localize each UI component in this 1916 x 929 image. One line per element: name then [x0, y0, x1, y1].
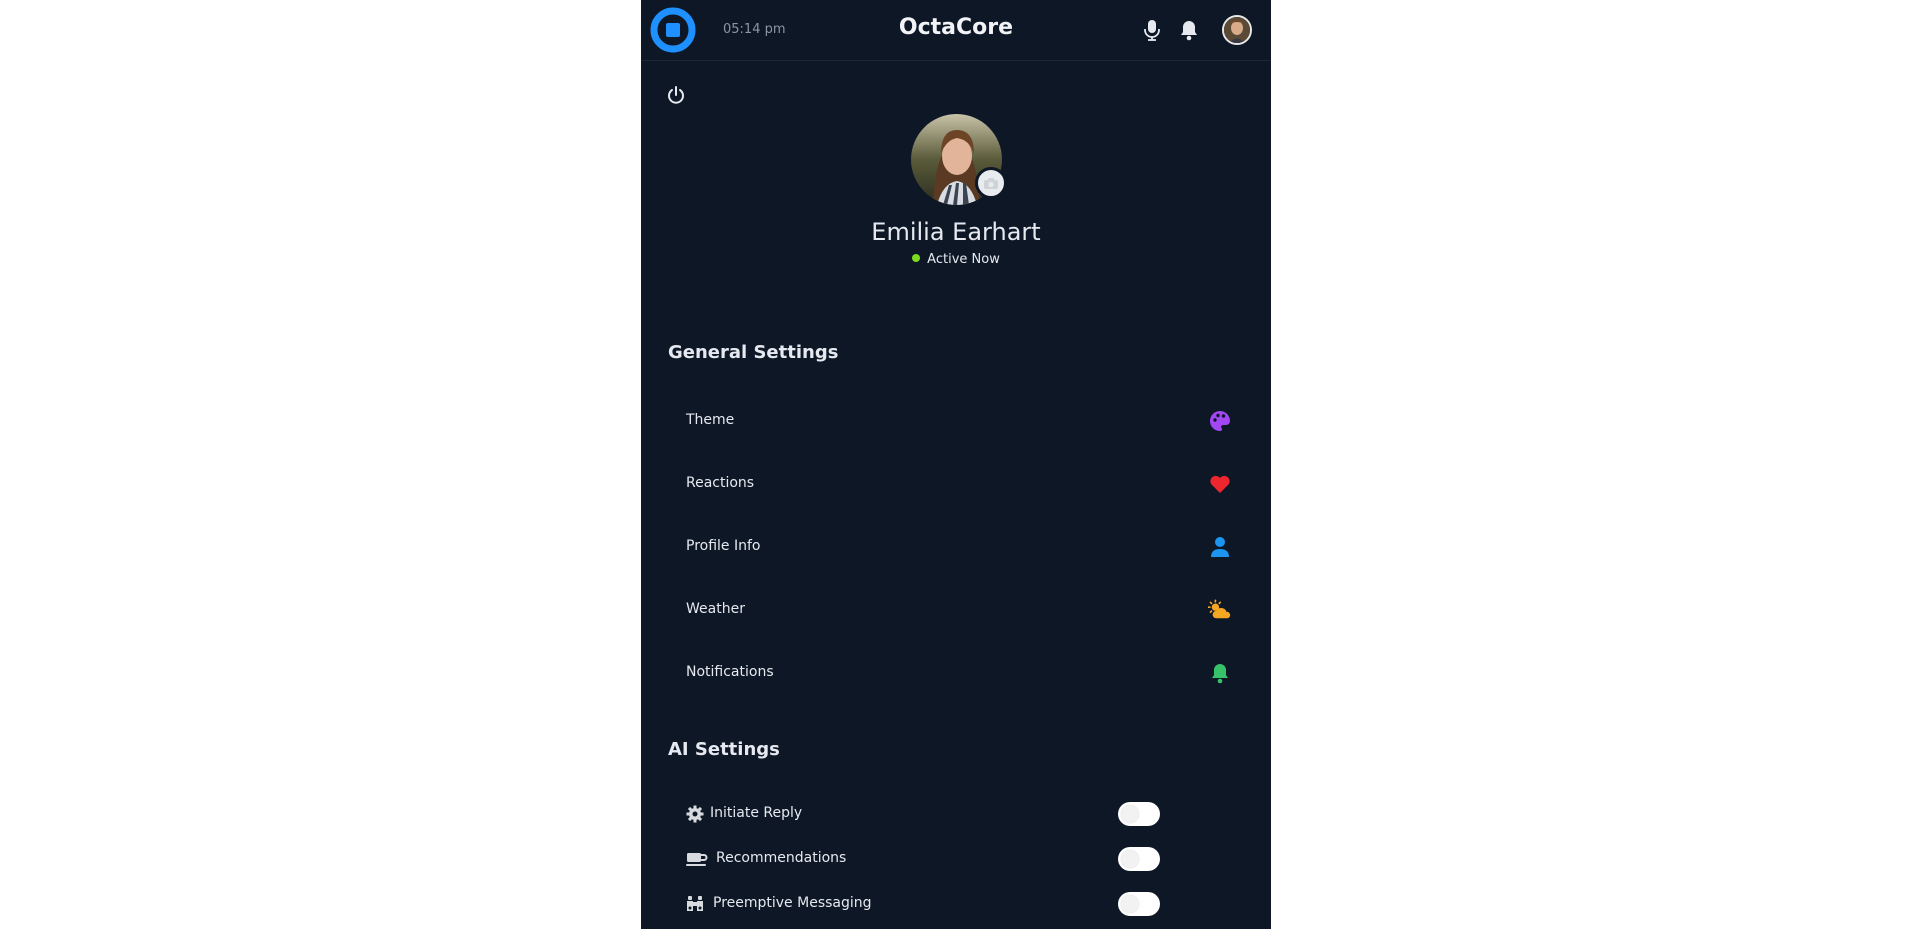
setting-label: Reactions — [686, 475, 755, 491]
status-indicator: Active Now — [641, 252, 1271, 267]
ai-setting-preemptive-messaging: Preemptive Messaging — [668, 889, 1244, 919]
heart-icon — [1208, 472, 1232, 496]
initiate-reply-toggle[interactable] — [1118, 802, 1160, 826]
setting-notifications[interactable]: Notifications — [668, 651, 1244, 695]
setting-label: Theme — [686, 412, 735, 428]
ai-settings-heading: AI Settings — [668, 739, 780, 760]
ai-setting-label: Preemptive Messaging — [713, 895, 872, 911]
preemptive-messaging-toggle[interactable] — [1118, 892, 1160, 916]
camera-icon — [984, 177, 998, 189]
recommendations-toggle[interactable] — [1118, 847, 1160, 871]
coffee-icon — [686, 853, 708, 866]
ai-setting-label: Recommendations — [716, 850, 847, 866]
power-icon[interactable] — [666, 85, 686, 105]
app-title: OctaCore — [898, 15, 1014, 40]
setting-label: Weather — [686, 601, 745, 617]
general-settings-heading: General Settings — [668, 342, 839, 363]
ai-setting-label: Initiate Reply — [710, 805, 803, 821]
setting-reactions[interactable]: Reactions — [668, 462, 1244, 506]
binoculars-icon — [687, 896, 703, 911]
setting-label: Notifications — [686, 664, 774, 680]
avatar-image — [1224, 17, 1250, 43]
bell-icon — [1208, 661, 1232, 685]
ai-setting-initiate-reply: Initiate Reply — [668, 799, 1244, 829]
user-avatar[interactable] — [1222, 15, 1252, 45]
notification-bell-icon[interactable] — [1179, 19, 1199, 41]
gear-icon — [686, 805, 704, 823]
ai-setting-recommendations: Recommendations — [668, 844, 1244, 874]
microphone-icon[interactable] — [1143, 19, 1161, 41]
change-photo-button[interactable] — [975, 167, 1007, 199]
palette-icon — [1208, 409, 1232, 433]
status-dot — [912, 254, 921, 262]
top-bar: 05:14 pm OctaCore — [641, 0, 1271, 61]
setting-profile-info[interactable]: Profile Info — [668, 525, 1244, 569]
status-text: Active Now — [927, 252, 1000, 267]
user-icon — [1208, 535, 1232, 559]
profile-name: Emilia Earhart — [871, 218, 1041, 246]
setting-weather[interactable]: Weather — [668, 588, 1244, 632]
app-panel: 05:14 pm OctaCore Emilia Earhart Active … — [641, 0, 1271, 929]
setting-theme[interactable]: Theme — [668, 399, 1244, 443]
sun-cloud-icon — [1208, 598, 1232, 622]
setting-label: Profile Info — [686, 538, 761, 554]
